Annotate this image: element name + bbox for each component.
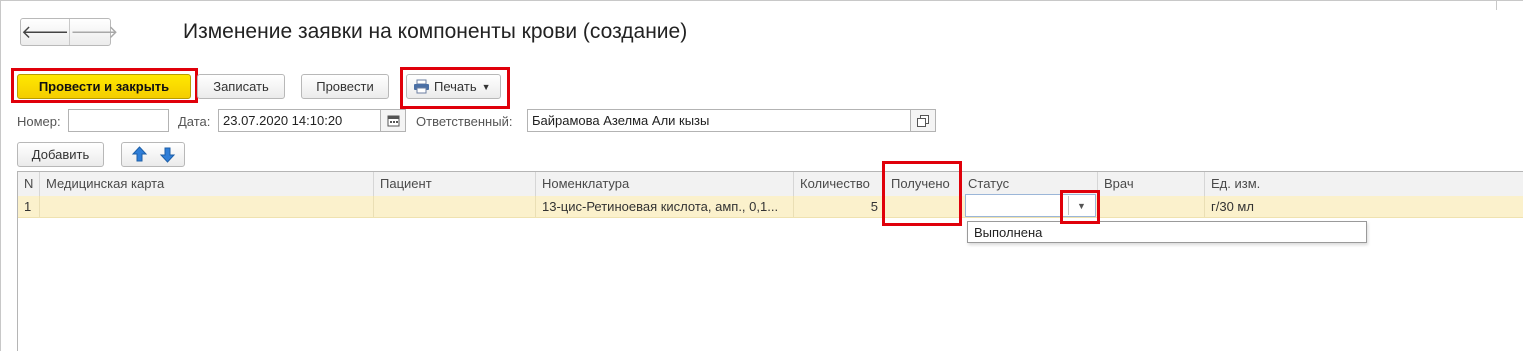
column-header-n[interactable]: N bbox=[18, 172, 40, 196]
open-window-icon bbox=[917, 114, 929, 127]
cell-received[interactable] bbox=[885, 196, 962, 217]
column-header-unit[interactable]: Ед. изм. bbox=[1205, 172, 1523, 196]
post-button[interactable]: Провести bbox=[301, 74, 389, 99]
print-button[interactable]: Печать ▼ bbox=[406, 74, 501, 99]
number-field[interactable] bbox=[68, 109, 169, 132]
navigation-buttons: 🡐 🡒 bbox=[20, 18, 119, 46]
arrow-down-icon[interactable] bbox=[159, 146, 176, 163]
printer-icon bbox=[414, 79, 429, 94]
back-button[interactable]: 🡐 bbox=[21, 19, 71, 45]
print-button-label: Печать bbox=[434, 79, 477, 94]
cell-patient[interactable] bbox=[374, 196, 536, 217]
date-label: Дата: bbox=[178, 114, 211, 129]
status-dropdown-list: Выполнена bbox=[967, 221, 1367, 243]
responsible-label: Ответственный: bbox=[416, 114, 513, 129]
arrow-left-icon: 🡐 bbox=[21, 21, 70, 42]
cell-unit[interactable]: г/30 мл bbox=[1205, 196, 1523, 217]
chevron-down-icon: ▼ bbox=[481, 81, 491, 92]
window-divider bbox=[1496, 0, 1497, 10]
table-header: N Медицинская карта Пациент Номенклатура… bbox=[18, 172, 1523, 197]
status-option-completed[interactable]: Выполнена bbox=[974, 225, 1042, 240]
cell-medical-card[interactable] bbox=[40, 196, 374, 217]
window-left-border bbox=[0, 0, 1, 351]
post-and-close-button[interactable]: Провести и закрыть bbox=[17, 74, 191, 99]
column-header-nomenclature[interactable]: Номенклатура bbox=[536, 172, 794, 196]
date-field[interactable]: 23.07.2020 14:10:20 bbox=[218, 109, 381, 132]
status-dropdown-button[interactable]: ▼ bbox=[1068, 196, 1094, 215]
save-button[interactable]: Записать bbox=[197, 74, 285, 99]
chevron-down-icon: ▼ bbox=[1077, 200, 1086, 211]
move-buttons bbox=[121, 142, 185, 167]
arrow-up-icon[interactable] bbox=[131, 146, 148, 163]
column-header-medical-card[interactable]: Медицинская карта bbox=[40, 172, 374, 196]
add-button[interactable]: Добавить bbox=[17, 142, 104, 167]
calendar-icon bbox=[387, 115, 399, 127]
responsible-field[interactable]: Байрамова Азелма Али кызы bbox=[527, 109, 911, 132]
open-responsible-button[interactable] bbox=[910, 109, 936, 132]
table-row[interactable]: 1 13-цис-Ретиноевая кислота, амп., 0,1..… bbox=[18, 196, 1523, 218]
requests-table: N Медицинская карта Пациент Номенклатура… bbox=[17, 171, 1523, 351]
column-header-received[interactable]: Получено bbox=[885, 172, 962, 196]
window-top-border bbox=[0, 0, 1523, 1]
cell-quantity[interactable]: 5 bbox=[794, 196, 885, 217]
page-title: Изменение заявки на компоненты крови (со… bbox=[183, 20, 688, 43]
arrow-right-icon: 🡒 bbox=[70, 21, 119, 42]
column-header-status[interactable]: Статус bbox=[962, 172, 1098, 196]
number-label: Номер: bbox=[17, 114, 61, 129]
cell-n: 1 bbox=[18, 196, 40, 217]
cell-nomenclature[interactable]: 13-цис-Ретиноевая кислота, амп., 0,1... bbox=[536, 196, 794, 217]
calendar-button[interactable] bbox=[380, 109, 406, 132]
cell-doctor[interactable] bbox=[1098, 196, 1205, 217]
column-header-quantity[interactable]: Количество bbox=[794, 172, 885, 196]
forward-button[interactable]: 🡒 bbox=[70, 19, 118, 45]
column-header-doctor[interactable]: Врач bbox=[1098, 172, 1205, 196]
column-header-patient[interactable]: Пациент bbox=[374, 172, 536, 196]
